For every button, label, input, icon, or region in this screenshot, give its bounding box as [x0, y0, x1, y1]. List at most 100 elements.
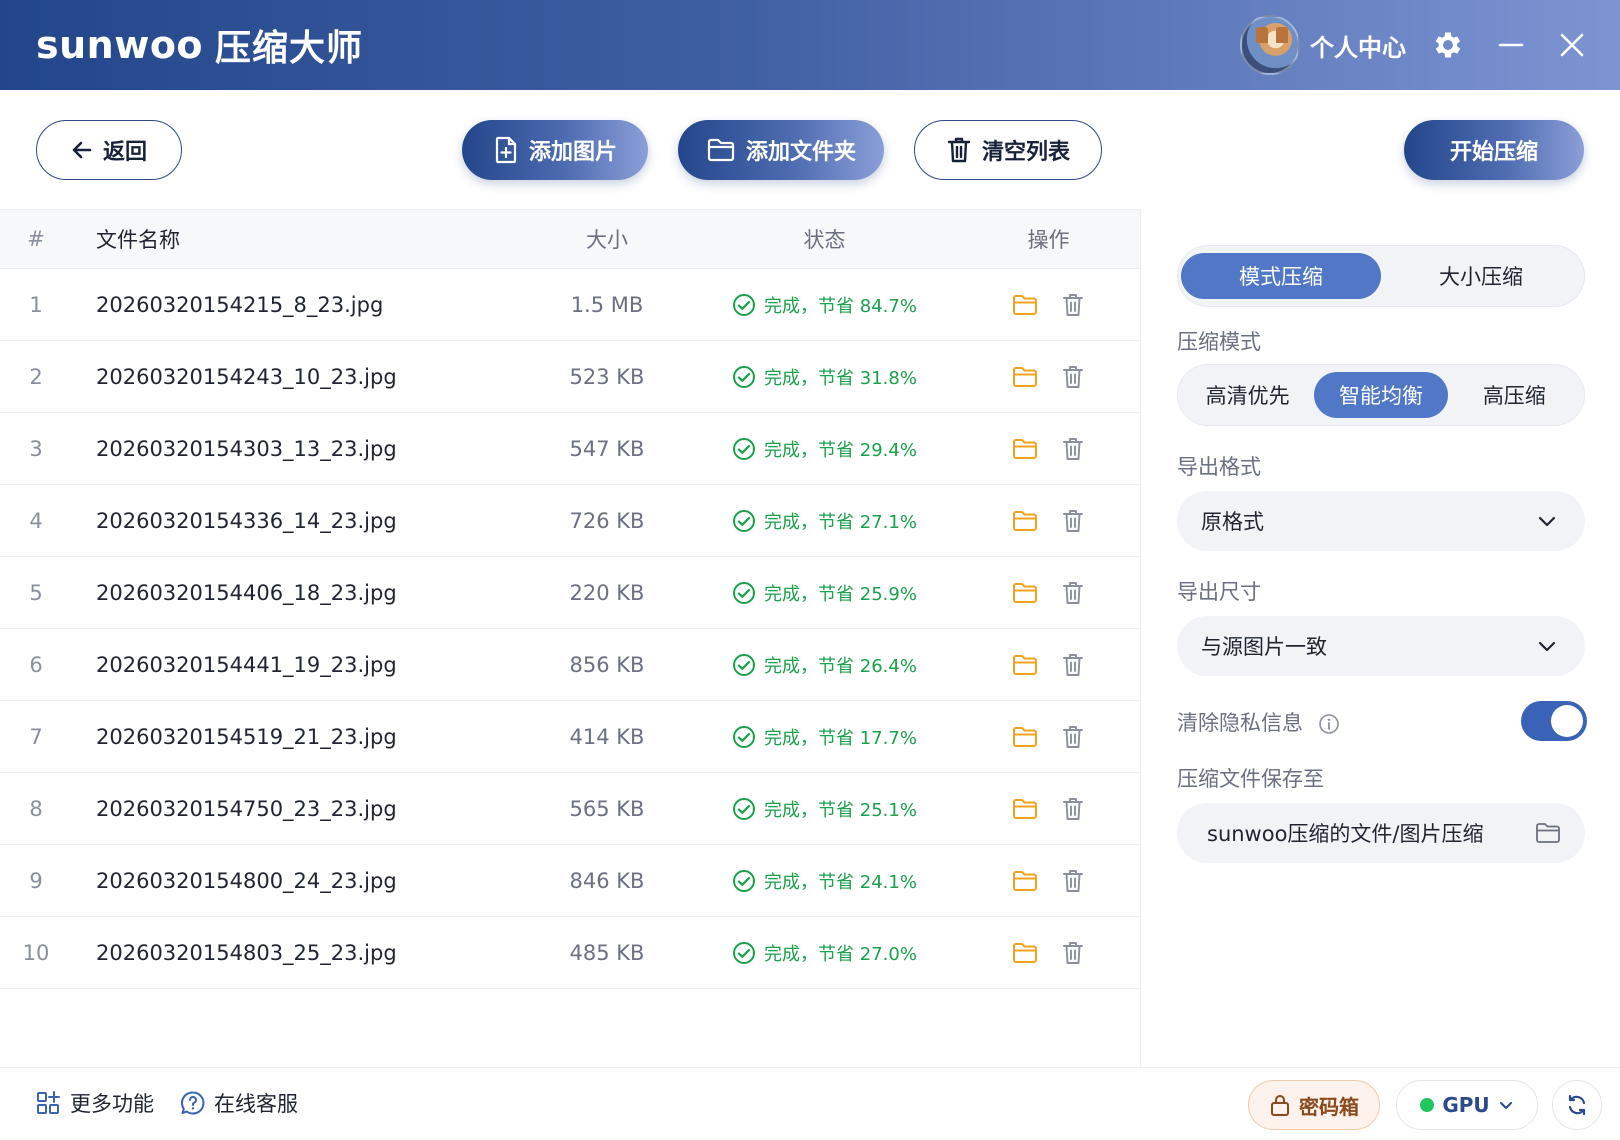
brand-name-cn: 压缩大师: [215, 28, 364, 69]
export-format-select[interactable]: 原格式: [1177, 491, 1585, 551]
user-center-link[interactable]: 个人中心: [1310, 28, 1406, 63]
add-image-button[interactable]: 添加图片: [462, 120, 648, 180]
more-features-link[interactable]: 更多功能: [36, 1088, 154, 1118]
row-status: 完成，节省 29.4%: [692, 436, 957, 462]
row-status-text: 完成，节省 25.1%: [764, 799, 917, 821]
refresh-icon: [1568, 1094, 1586, 1116]
lock-icon: [1271, 1095, 1289, 1116]
refresh-button[interactable]: [1552, 1080, 1602, 1130]
delete-icon[interactable]: [1060, 940, 1086, 966]
minimize-icon[interactable]: [1491, 25, 1531, 65]
delete-icon[interactable]: [1060, 364, 1086, 390]
row-actions: [957, 436, 1140, 462]
open-folder-icon[interactable]: [1012, 868, 1038, 894]
mode-high-compress[interactable]: 高压缩: [1448, 372, 1581, 418]
export-format-value: 原格式: [1201, 510, 1264, 534]
compress-mode-label: 压缩模式: [1177, 330, 1261, 354]
open-folder-icon[interactable]: [1012, 724, 1038, 750]
arrow-left-icon: [72, 141, 92, 159]
mode-hd-first[interactable]: 高清优先: [1181, 372, 1314, 418]
start-compress-button[interactable]: 开始压缩: [1404, 120, 1584, 180]
row-file-size: 856 KB: [569, 652, 645, 677]
table-row[interactable]: 9 20260320154800_24_23.jpg 846 KB 完成，节省 24.…: [0, 845, 1140, 917]
row-index: 7: [29, 724, 43, 749]
info-icon[interactable]: [1318, 713, 1340, 735]
open-folder-icon[interactable]: [1012, 364, 1038, 390]
row-file-name: 20260320154441_19_23.jpg: [96, 652, 397, 677]
check-circle-icon: [733, 941, 756, 964]
tab-mode-compress[interactable]: 模式压缩: [1181, 253, 1381, 299]
avatar[interactable]: [1240, 15, 1300, 75]
check-circle-icon: [733, 653, 756, 676]
clear-list-button[interactable]: 清空列表: [914, 120, 1102, 180]
add-folder-label: 添加文件夹: [745, 140, 856, 165]
open-folder-icon[interactable]: [1012, 292, 1038, 318]
tab-size-compress[interactable]: 大小压缩: [1381, 253, 1581, 299]
online-service-link[interactable]: 在线客服: [180, 1088, 298, 1118]
row-actions: [957, 652, 1140, 678]
open-folder-icon[interactable]: [1012, 652, 1038, 678]
row-status: 完成，节省 27.1%: [692, 508, 957, 534]
row-actions: [957, 868, 1140, 894]
delete-icon[interactable]: [1060, 580, 1086, 606]
close-icon[interactable]: [1552, 25, 1592, 65]
header-name: 文件名称: [96, 228, 180, 252]
folder-icon[interactable]: [1535, 821, 1561, 845]
check-circle-icon: [733, 509, 756, 532]
settings-panel: 模式压缩 大小压缩 压缩模式 高清优先 智能均衡 高压缩 导出格式 原格式 导出…: [1141, 209, 1620, 1067]
save-location-field[interactable]: sunwoo压缩的文件/图片压缩: [1177, 803, 1585, 863]
table-header: # 文件名称 大小 状态 操作: [0, 209, 1140, 269]
row-file-size: 485 KB: [569, 940, 645, 965]
row-file-name: 20260320154519_21_23.jpg: [96, 724, 397, 749]
gpu-label: GPU: [1442, 1093, 1490, 1117]
help-chat-icon: [181, 1091, 205, 1115]
delete-icon[interactable]: [1060, 796, 1086, 822]
row-status-text: 完成，节省 26.4%: [764, 655, 917, 677]
table-row[interactable]: 2 20260320154243_10_23.jpg 523 KB 完成，节省 31.…: [0, 341, 1140, 413]
mode-smart-balance[interactable]: 智能均衡: [1314, 372, 1448, 418]
privacy-row: 清除隐私信息: [1177, 707, 1340, 737]
row-file-size: 1.5 MB: [570, 292, 644, 317]
table-row[interactable]: 10 20260320154803_25_23.jpg 485 KB 完成，节省 27…: [0, 917, 1140, 989]
row-file-name: 20260320154336_14_23.jpg: [96, 508, 397, 533]
delete-icon[interactable]: [1060, 292, 1086, 318]
row-status-text: 完成，节省 29.4%: [764, 439, 917, 461]
row-file-size: 414 KB: [569, 724, 645, 749]
delete-icon[interactable]: [1060, 508, 1086, 534]
app-brand: sunwoo 压缩大师: [36, 20, 363, 70]
row-actions: [957, 364, 1140, 390]
table-row[interactable]: 7 20260320154519_21_23.jpg 414 KB 完成，节省 17.…: [0, 701, 1140, 773]
table-row[interactable]: 8 20260320154750_23_23.jpg 565 KB 完成，节省 25.…: [0, 773, 1140, 845]
row-file-name: 20260320154750_23_23.jpg: [96, 796, 397, 821]
table-row[interactable]: 1 20260320154215_8_23.jpg 1.5 MB 完成，节省 84.7…: [0, 269, 1140, 341]
table-row[interactable]: 6 20260320154441_19_23.jpg 856 KB 完成，节省 26.…: [0, 629, 1140, 701]
privacy-toggle[interactable]: [1521, 701, 1587, 741]
open-folder-icon[interactable]: [1012, 436, 1038, 462]
open-folder-icon[interactable]: [1012, 580, 1038, 606]
add-file-icon: [495, 136, 517, 164]
delete-icon[interactable]: [1060, 436, 1086, 462]
privacy-label: 清除隐私信息: [1177, 711, 1303, 735]
gpu-select[interactable]: GPU: [1396, 1080, 1538, 1130]
password-vault-label: 密码箱: [1299, 1094, 1359, 1119]
check-circle-icon: [733, 437, 756, 460]
row-file-size: 846 KB: [569, 868, 645, 893]
open-folder-icon[interactable]: [1012, 940, 1038, 966]
delete-icon[interactable]: [1060, 652, 1086, 678]
export-size-select[interactable]: 与源图片一致: [1177, 616, 1585, 676]
add-folder-button[interactable]: 添加文件夹: [678, 120, 884, 180]
table-row[interactable]: 3 20260320154303_13_23.jpg 547 KB 完成，节省 29.…: [0, 413, 1140, 485]
chevron-down-icon: [1538, 516, 1556, 527]
open-folder-icon[interactable]: [1012, 508, 1038, 534]
row-status: 完成，节省 26.4%: [692, 652, 957, 678]
gear-icon[interactable]: [1428, 25, 1468, 65]
open-folder-icon[interactable]: [1012, 796, 1038, 822]
row-file-size: 726 KB: [569, 508, 645, 533]
delete-icon[interactable]: [1060, 724, 1086, 750]
password-vault-button[interactable]: 密码箱: [1248, 1080, 1380, 1130]
table-row[interactable]: 5 20260320154406_18_23.jpg 220 KB 完成，节省 25.…: [0, 557, 1140, 629]
save-location-label: 压缩文件保存至: [1177, 767, 1324, 791]
delete-icon[interactable]: [1060, 868, 1086, 894]
table-row[interactable]: 4 20260320154336_14_23.jpg 726 KB 完成，节省 27.…: [0, 485, 1140, 557]
back-button[interactable]: 返回: [36, 120, 182, 180]
